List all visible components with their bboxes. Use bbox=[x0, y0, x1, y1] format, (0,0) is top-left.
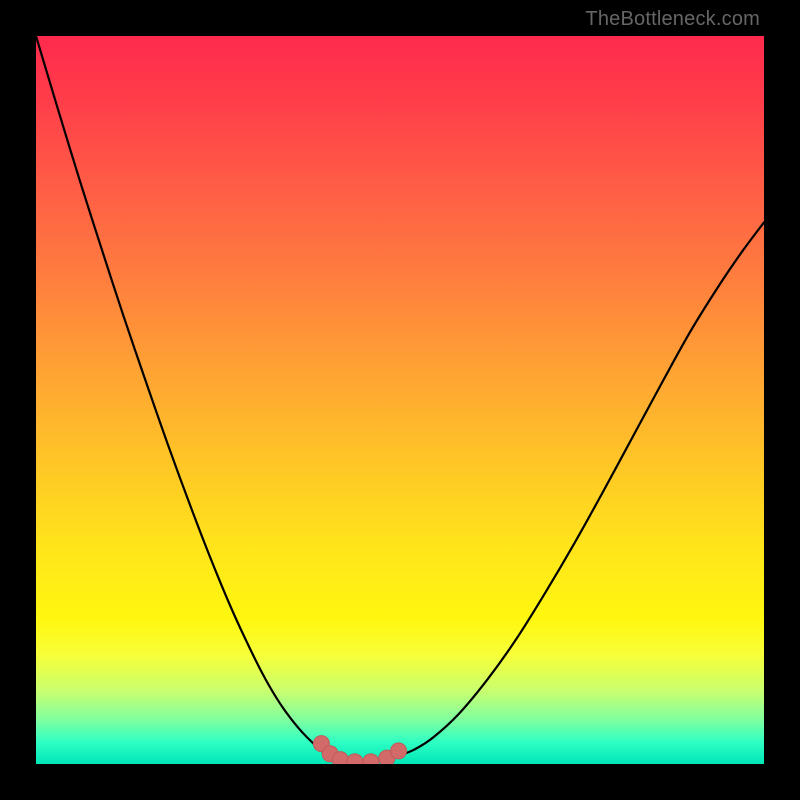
valley-marker-group bbox=[313, 736, 406, 764]
valley-marker bbox=[363, 754, 379, 764]
valley-marker bbox=[347, 754, 363, 764]
credit-text: TheBottleneck.com bbox=[585, 8, 760, 31]
plot-area bbox=[36, 36, 764, 764]
valley-marker bbox=[332, 752, 348, 764]
outer-frame: TheBottleneck.com bbox=[0, 0, 800, 800]
curve-svg bbox=[36, 36, 764, 764]
bottleneck-curve bbox=[36, 36, 764, 762]
valley-marker bbox=[391, 743, 407, 759]
